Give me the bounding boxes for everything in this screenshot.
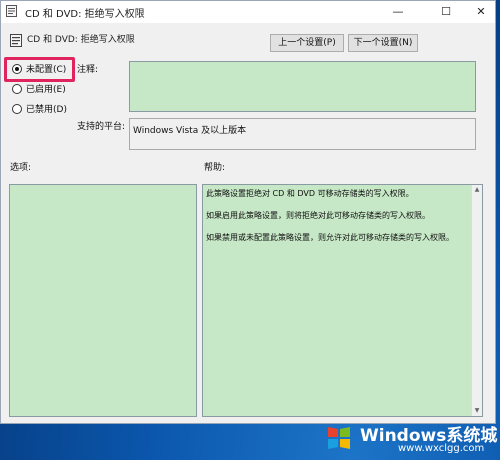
help-paragraph: 如果启用此策略设置，则将拒绝对此可移动存储类的写入权限。: [206, 211, 430, 220]
supported-platform-field: Windows Vista 及以上版本: [129, 118, 476, 150]
help-paragraph: 如果禁用或未配置此策略设置，则允许对此可移动存储类的写入权限。: [206, 233, 454, 242]
maximize-button[interactable]: ☐: [432, 1, 460, 23]
selection-highlight-box: [4, 57, 75, 82]
scroll-down-arrow-icon[interactable]: ▼: [472, 406, 482, 416]
comment-textarea[interactable]: [129, 61, 476, 112]
next-setting-button[interactable]: 下一个设置(N): [348, 34, 418, 52]
policy-title: CD 和 DVD: 拒绝写入权限: [27, 35, 135, 45]
radio-indicator[interactable]: [12, 83, 22, 94]
previous-setting-button[interactable]: 上一个设置(P): [270, 34, 344, 52]
watermark-url: www.wxclgg.com: [398, 443, 485, 454]
radio-enabled-label: 已启用(E): [26, 85, 66, 95]
policy-icon: [6, 5, 17, 17]
title-bar: CD 和 DVD: 拒绝写入权限 — ☐ ✕: [1, 1, 495, 23]
help-scrollbar[interactable]: ▲ ▼: [471, 185, 482, 416]
supported-platform-value: Windows Vista 及以上版本: [133, 126, 247, 136]
platform-label: 支持的平台:: [77, 122, 126, 132]
policy-setting-icon: [10, 34, 22, 47]
options-label: 选项:: [10, 163, 32, 173]
help-panel[interactable]: 此策略设置拒绝对 CD 和 DVD 可移动存储类的写入权限。 如果启用此策略设置…: [202, 184, 483, 417]
comment-label: 注释:: [77, 65, 99, 75]
watermark: Windows系统城 www.wxclgg.com: [320, 418, 498, 458]
help-label: 帮助:: [204, 163, 226, 173]
help-paragraph: 此策略设置拒绝对 CD 和 DVD 可移动存储类的写入权限。: [206, 189, 414, 198]
policy-dialog: CD 和 DVD: 拒绝写入权限 — ☐ ✕ CD 和 DVD: 拒绝写入权限 …: [0, 0, 496, 424]
close-button[interactable]: ✕: [467, 1, 495, 23]
options-panel: [9, 184, 197, 417]
window-title: CD 和 DVD: 拒绝写入权限: [25, 9, 145, 20]
scroll-up-arrow-icon[interactable]: ▲: [472, 185, 482, 195]
radio-disabled[interactable]: 已禁用(D): [12, 103, 67, 116]
windows-logo-icon: [328, 427, 350, 449]
radio-disabled-label: 已禁用(D): [26, 105, 67, 115]
minimize-button[interactable]: —: [384, 1, 412, 23]
radio-enabled[interactable]: 已启用(E): [12, 83, 66, 96]
radio-indicator[interactable]: [12, 103, 22, 114]
